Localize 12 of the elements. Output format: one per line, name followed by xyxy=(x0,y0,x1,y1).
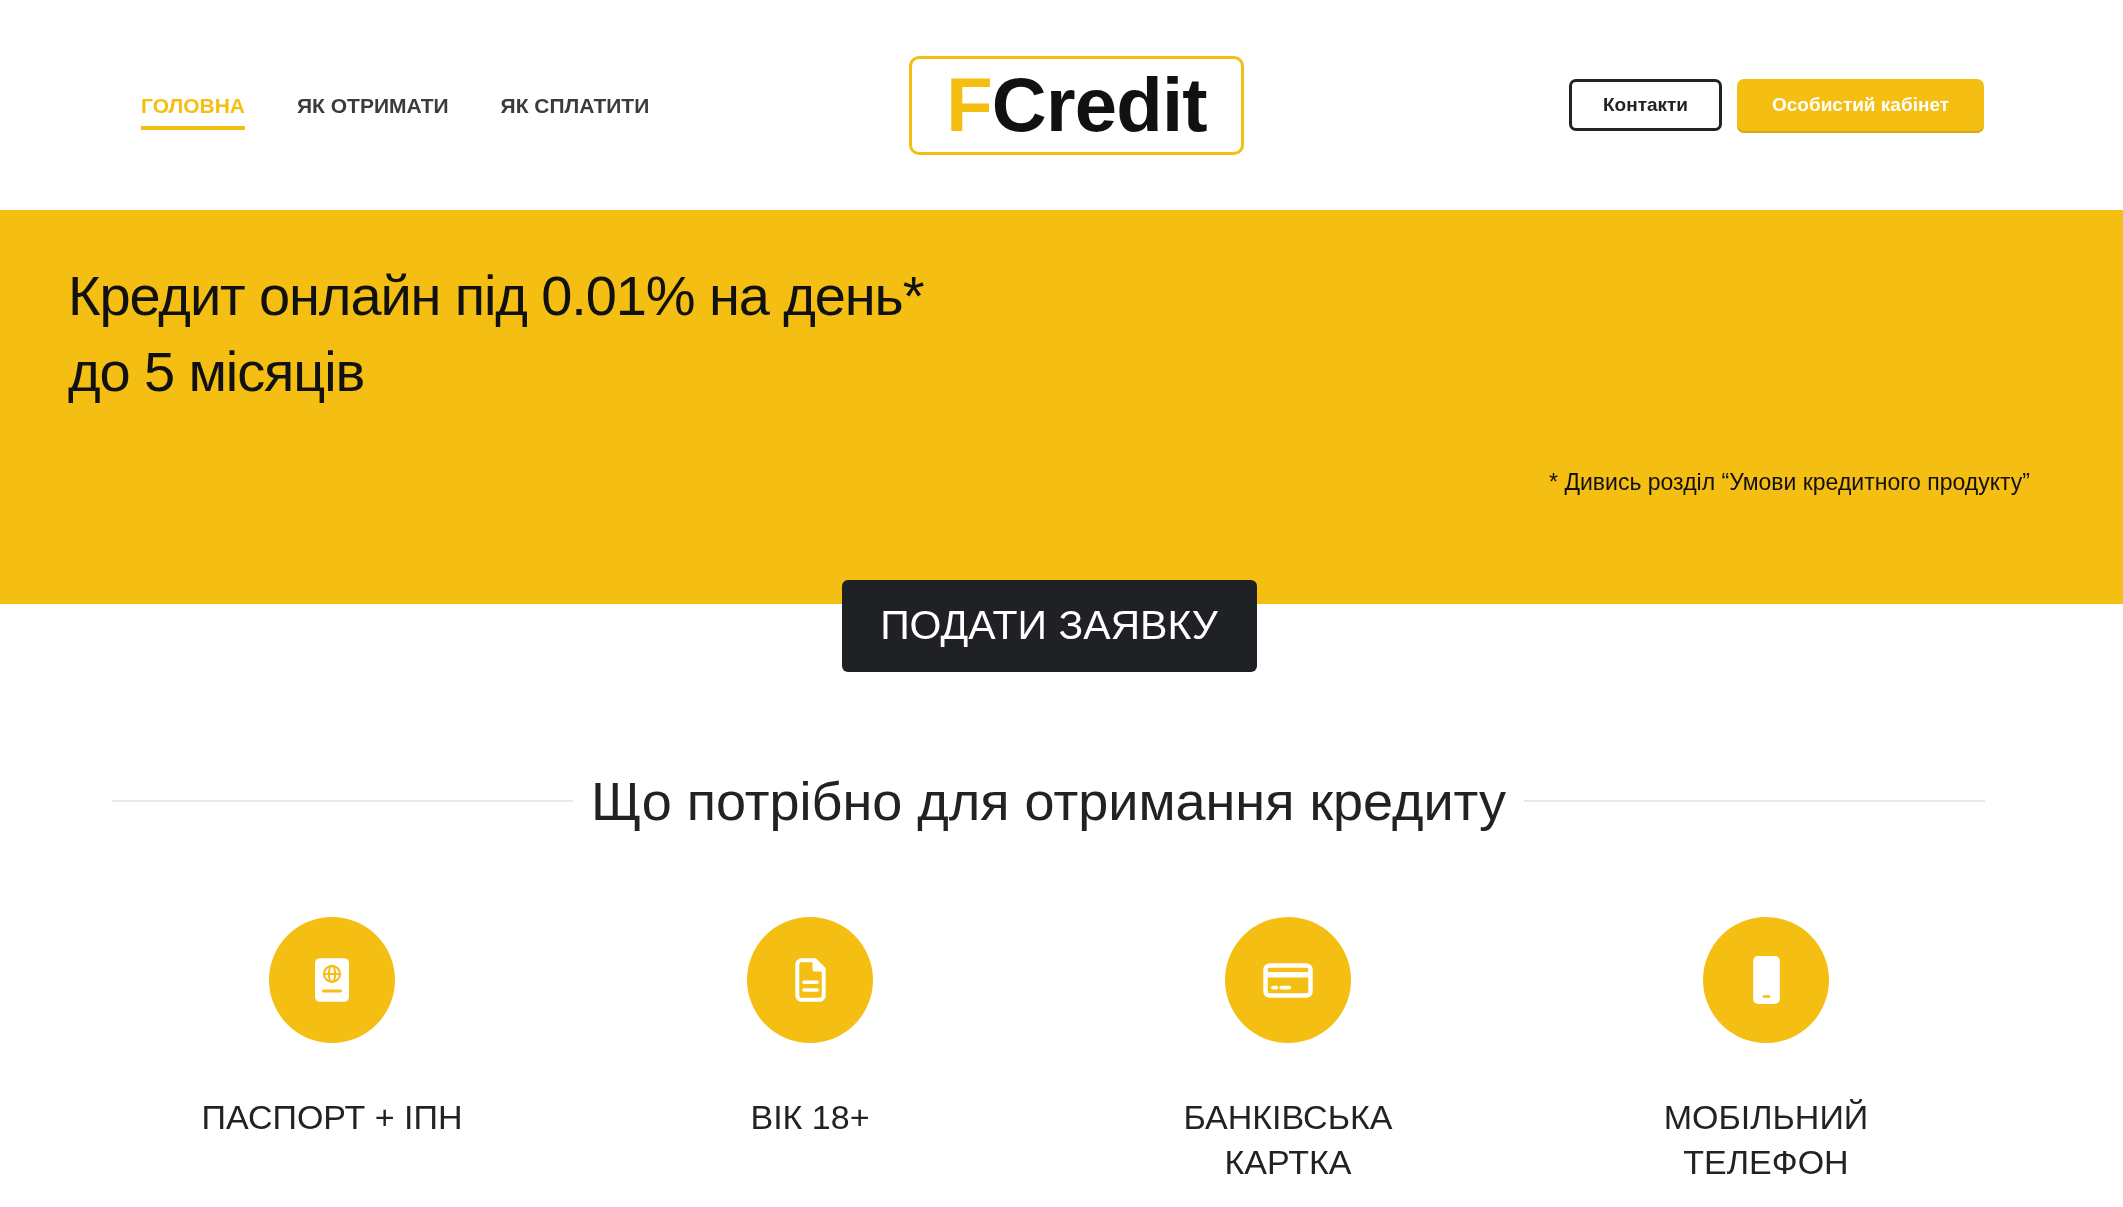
requirement-label: ПАСПОРТ + ІПН xyxy=(201,1097,463,1138)
hero-title: Кредит онлайн під 0.01% на день* до 5 місяців xyxy=(68,263,924,405)
requirement-label: ВІК 18+ xyxy=(750,1097,870,1138)
requirement-label: БАНКІВСЬКА КАРТКА xyxy=(1182,1097,1394,1183)
nav-link[interactable]: ЯК СПЛАТИТИ xyxy=(500,92,650,130)
section-heading: Що потрібно для отримання кредиту xyxy=(591,770,1506,833)
nav-link[interactable]: ЯК ОТРИМАТИ xyxy=(297,92,449,130)
logo[interactable]: FCredit xyxy=(909,55,1244,155)
contacts-button[interactable]: Контакти xyxy=(1569,79,1722,131)
requirement-label: МОБІЛЬНИЙ ТЕЛЕФОН xyxy=(1662,1097,1870,1183)
apply-button[interactable]: ПОДАТИ ЗАЯВКУ xyxy=(841,580,1257,672)
footnote: * Дивись розділ “Умови кредитного продукту” xyxy=(1549,468,2030,497)
